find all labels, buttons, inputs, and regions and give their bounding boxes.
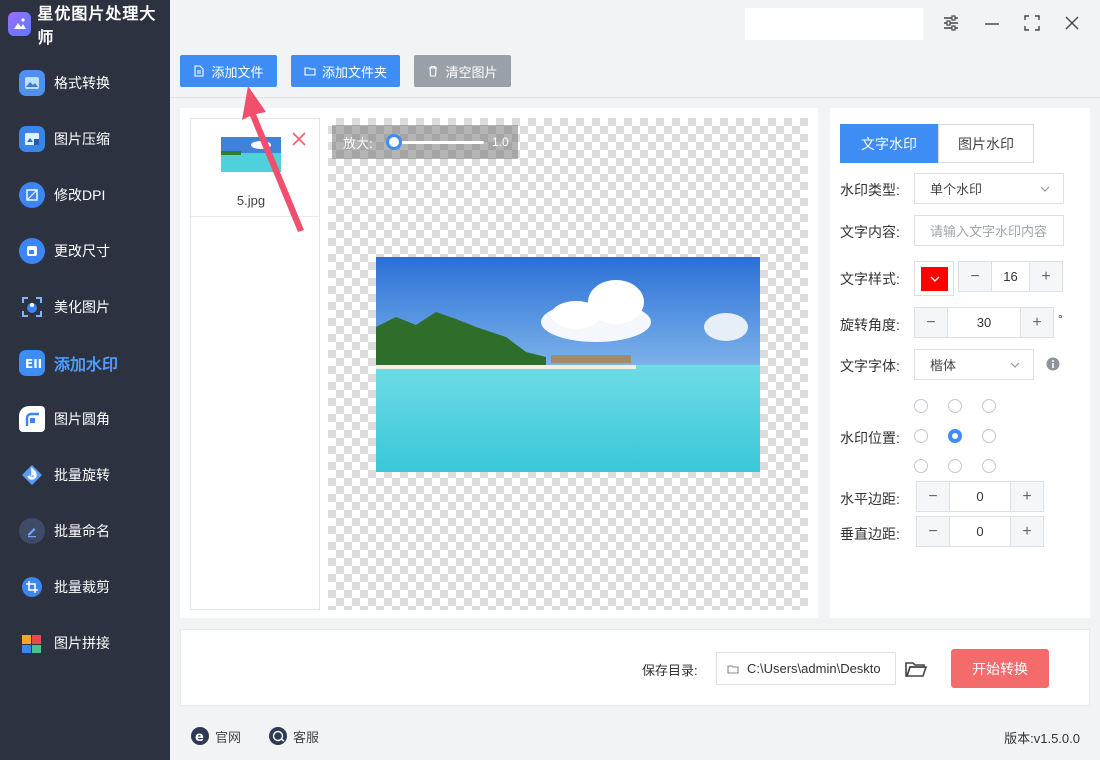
title-search-box[interactable] (745, 8, 923, 40)
color-swatch (921, 267, 948, 291)
annotation-arrow-icon (242, 86, 304, 232)
rounded-corner-icon (19, 406, 45, 432)
minus-icon[interactable]: − (959, 262, 991, 291)
app-title: 星优图片处理大师 (37, 6, 157, 47)
position-radio[interactable] (982, 429, 996, 443)
save-dir-label: 保存目录: (642, 663, 698, 678)
folder-icon (727, 664, 739, 674)
file-icon (194, 65, 205, 77)
position-radio[interactable] (982, 459, 996, 473)
preview-image (376, 257, 760, 472)
plus-icon[interactable]: + (1011, 517, 1043, 546)
h-margin-stepper[interactable]: − 0 + (916, 481, 1044, 512)
info-icon[interactable] (1046, 357, 1060, 371)
zoom-label: 放大: (343, 135, 373, 151)
dpi-icon (19, 182, 45, 208)
resize-icon (19, 238, 45, 264)
trash-icon (429, 65, 438, 77)
plus-icon[interactable]: + (1021, 308, 1053, 337)
v-margin-stepper[interactable]: − 0 + (916, 516, 1044, 547)
text-content-label: 文字内容: (840, 224, 900, 240)
h-margin-label: 水平边距: (840, 491, 900, 507)
image-compress-icon (19, 126, 45, 152)
position-label: 水印位置: (840, 430, 900, 446)
add-file-button[interactable]: 添加文件 (180, 55, 277, 87)
watermark-icon: EII (19, 350, 45, 376)
svg-text:e: e (195, 730, 204, 745)
sidebar-item-rename[interactable]: 批量命名 (0, 511, 170, 551)
zoom-slider-handle[interactable] (386, 134, 402, 150)
position-radio[interactable] (982, 399, 996, 413)
open-folder-icon[interactable] (904, 657, 928, 681)
sidebar-item-compress[interactable]: 图片压缩 (0, 119, 170, 159)
sidebar-item-rounded[interactable]: 图片圆角 (0, 399, 170, 439)
sidebar-item-watermark[interactable]: EII 添加水印 (0, 343, 170, 383)
website-link[interactable]: e 官网 (190, 726, 241, 746)
color-picker[interactable] (914, 261, 954, 296)
zoom-control: 放大: 1.0 (332, 125, 518, 159)
sidebar-item-crop[interactable]: 批量裁剪 (0, 567, 170, 607)
text-style-label: 文字样式: (840, 271, 900, 287)
sidebar-item-dpi[interactable]: 修改DPI (0, 175, 170, 215)
crop-icon (19, 574, 45, 600)
rename-icon (19, 518, 45, 544)
tab-text-watermark[interactable]: 文字水印 (840, 124, 938, 163)
app-logo-icon (8, 12, 32, 36)
watermark-type-select[interactable]: 单个水印 (914, 173, 1064, 204)
chevron-down-icon (1010, 362, 1020, 368)
settings-sliders-icon[interactable] (938, 10, 964, 36)
folder-icon (304, 67, 316, 76)
position-radio[interactable] (914, 459, 928, 473)
rotation-stepper[interactable]: − 30 + (914, 307, 1054, 338)
support-link[interactable]: 客服 (268, 726, 319, 746)
minus-icon[interactable]: − (917, 517, 949, 546)
save-path-input[interactable]: C:\Users\admin\Deskto (716, 652, 896, 685)
zoom-value: 1.0 (492, 135, 509, 149)
position-radio[interactable] (914, 429, 928, 443)
tab-image-watermark[interactable]: 图片水印 (938, 124, 1034, 163)
sidebar-item-puzzle[interactable]: 图片拼接 (0, 623, 170, 663)
position-radio[interactable] (948, 399, 962, 413)
rotation-label: 旋转角度: (840, 317, 900, 333)
plus-icon[interactable]: + (1030, 262, 1062, 291)
close-window-icon[interactable] (1059, 10, 1085, 36)
clear-images-button[interactable]: 清空图片 (414, 55, 511, 87)
degree-unit: ° (1058, 312, 1063, 326)
ie-browser-icon: e (191, 727, 209, 745)
sidebar-item-rotate[interactable]: 批量旋转 (0, 455, 170, 495)
v-margin-label: 垂直边距: (840, 526, 900, 542)
minus-icon[interactable]: − (915, 308, 947, 337)
font-size-stepper[interactable]: − 16 + (958, 261, 1063, 292)
puzzle-icon (19, 630, 45, 656)
add-folder-button[interactable]: 添加文件夹 (291, 55, 400, 87)
start-convert-button[interactable]: 开始转换 (951, 649, 1049, 688)
plus-icon[interactable]: + (1011, 482, 1043, 511)
chevron-down-icon (930, 276, 939, 282)
watermark-type-label: 水印类型: (840, 182, 900, 198)
position-radio[interactable] (914, 399, 928, 413)
version-label: 版本:v1.5.0.0 (1004, 731, 1080, 746)
zoom-track[interactable] (394, 141, 484, 144)
text-content-input[interactable]: 请输入文字水印内容 (914, 215, 1064, 246)
maximize-icon[interactable] (1019, 10, 1045, 36)
minus-icon[interactable]: − (917, 482, 949, 511)
rotate-icon (19, 462, 45, 488)
image-convert-icon (19, 70, 45, 96)
beautify-icon (19, 294, 45, 320)
sidebar-item-resize[interactable]: 更改尺寸 (0, 231, 170, 271)
sidebar: 星优图片处理大师 格式转换 图片压缩 修改DPI 更改尺寸 美化图片 EII 添… (0, 0, 170, 760)
sidebar-item-format-convert[interactable]: 格式转换 (0, 63, 170, 103)
chevron-down-icon (1040, 186, 1050, 192)
font-select[interactable]: 楷体 (914, 349, 1034, 380)
svg-text:EII: EII (25, 357, 41, 371)
sidebar-item-beautify[interactable]: 美化图片 (0, 287, 170, 327)
position-radio[interactable] (948, 459, 962, 473)
font-label: 文字字体: (840, 358, 900, 374)
minimize-icon[interactable] (979, 10, 1005, 36)
brand: 星优图片处理大师 (8, 6, 170, 47)
position-radio[interactable] (948, 429, 962, 443)
chat-support-icon (269, 727, 287, 745)
